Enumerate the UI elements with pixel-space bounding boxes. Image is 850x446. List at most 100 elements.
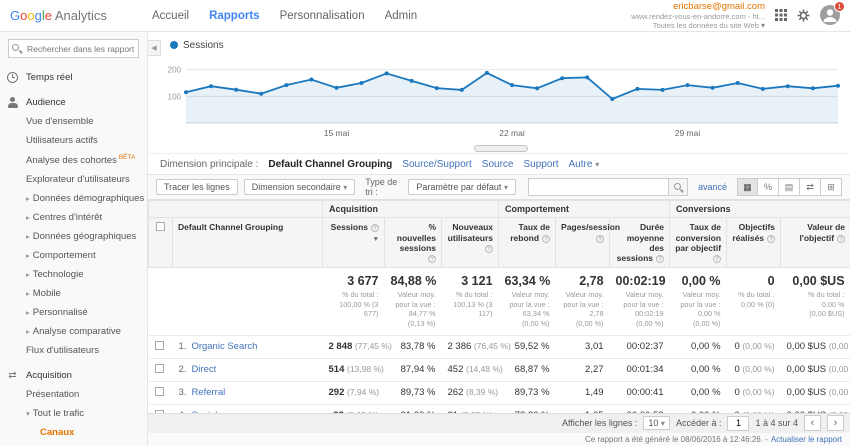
metric-cell: 2 848 (77,45 %) [323, 336, 385, 359]
sidebar-item-label: Centres d'intérêt [33, 212, 102, 223]
main-nav: Accueil Rapports Personnalisation Admin [152, 10, 417, 22]
sidebar-item-temps-r-el[interactable]: Temps réel [0, 68, 147, 87]
collapse-sidebar-button[interactable]: ◀ [148, 40, 161, 56]
sidebar-item-label: Canaux [40, 427, 74, 438]
row-checkbox[interactable] [155, 341, 164, 350]
nav-admin[interactable]: Admin [385, 10, 418, 22]
dimension-other[interactable]: Autre ▾ [569, 159, 600, 170]
plot-rows-button[interactable]: Tracer les lignes [156, 179, 238, 195]
metric-cell: 00:00:41 [610, 382, 670, 405]
sort-type-dropdown[interactable]: Paramètre par défaut ▾ [408, 179, 516, 195]
sidebar-item-label: Explorateur d'utilisateurs [26, 174, 130, 185]
row-index: 1. [179, 341, 187, 352]
site-view: Toutes les données du site Web ▾ [631, 21, 765, 31]
sidebar-item-acquisition[interactable]: ⇄Acquisition [0, 366, 147, 385]
gear-icon[interactable] [797, 9, 810, 22]
sidebar-item-vue-d-ensemble[interactable]: Vue d'ensemble [0, 112, 147, 131]
next-page-button[interactable]: › [827, 415, 844, 431]
table-search-button[interactable] [668, 178, 688, 196]
avatar[interactable]: 1 [820, 5, 840, 25]
goto-page-input[interactable] [727, 416, 749, 431]
column-header-channel[interactable]: Default Channel Grouping [173, 218, 323, 268]
legend-label: Sessions [183, 40, 224, 51]
sidebar-item-personnalis-[interactable]: ▸Personnalisé [0, 303, 147, 322]
sidebar-item-donn-es-g-ographiques[interactable]: ▸Données géographiques [0, 227, 147, 246]
row-checkbox[interactable] [155, 387, 164, 396]
refresh-report-link[interactable]: Actualiser le rapport [771, 435, 842, 444]
nav-personnalisation[interactable]: Personnalisation [280, 10, 365, 22]
dimension-source-support[interactable]: Source/Support [402, 159, 472, 170]
sidebar-item-tout-le-trafic[interactable]: ▾Tout le trafic [0, 404, 147, 423]
account-selector[interactable]: ericbarse@gmail.com www.rendez-vous-en-a… [631, 1, 765, 31]
select-all-checkbox[interactable] [156, 222, 165, 231]
sidebar-item-comportement[interactable]: ▸Comportement [0, 246, 147, 265]
dimension-default-channel-grouping[interactable]: Default Channel Grouping [268, 159, 392, 170]
secondary-dimension-dropdown[interactable]: Dimension secondaire ▾ [244, 179, 356, 195]
column-header-pages-session[interactable]: Pages/session? [556, 218, 610, 268]
nav-rapports[interactable]: Rapports [209, 10, 259, 22]
metric-cell: 262 (8,39 %) [442, 382, 499, 405]
sidebar-item-canaux[interactable]: Canaux [0, 423, 147, 442]
chevron-down-icon: ▾ [504, 183, 508, 192]
sidebar-item-explorateur-d-utilisateurs[interactable]: Explorateur d'utilisateurs [0, 170, 147, 189]
row-checkbox[interactable] [155, 364, 164, 373]
sidebar-item-label: Comportement [33, 250, 96, 261]
table-view-button[interactable]: ▦ [737, 178, 758, 196]
header-icons: 1 [775, 5, 840, 25]
chevron-down-icon: ▾ [343, 183, 347, 192]
sessions-line-chart[interactable]: 10020015 mai22 mai29 mai [160, 53, 844, 141]
column-header-sessions[interactable]: Sessions?▼ [323, 218, 385, 268]
rows-per-page-select[interactable]: 10 ▾ [643, 416, 670, 430]
svg-text:29 mai: 29 mai [675, 128, 701, 138]
metric-cell: 0 (0,00 %) [727, 405, 781, 414]
sidebar-item-utilisateurs-actifs[interactable]: Utilisateurs actifs [0, 131, 147, 150]
nav-accueil[interactable]: Accueil [152, 10, 189, 22]
performance-view-button[interactable]: ▤ [779, 178, 800, 196]
channel-link[interactable]: Referral [191, 387, 225, 398]
metric-cell: 0,00 $US (0,00 %) [781, 405, 850, 414]
metric-cell: 91,30 % [385, 405, 442, 414]
dimension-support[interactable]: Support [523, 159, 558, 170]
sort-desc-icon: ▼ [373, 236, 379, 243]
group-header-acquisition: Acquisition [323, 201, 499, 218]
sidebar-item-centres-d-int-r-t[interactable]: ▸Centres d'intérêt [0, 208, 147, 227]
sidebar-nav: Temps réel AudienceVue d'ensembleUtilisat… [0, 62, 147, 446]
dimension-source[interactable]: Source [482, 159, 514, 170]
advanced-search-link[interactable]: avancé [698, 182, 727, 192]
column-header-new-sessions-pct[interactable]: % nouvelles sessions? [385, 218, 442, 268]
analytics-logo-text: Analytics [55, 8, 107, 23]
sidebar-item-pr-sentation[interactable]: Présentation [0, 385, 147, 404]
sidebar-search-input[interactable] [8, 39, 139, 58]
column-header-goal-conversion-rate[interactable]: Taux de conversion par objectif? [670, 218, 727, 268]
sidebar-item-mobile[interactable]: ▸Mobile [0, 284, 147, 303]
chevron-right-icon: ▸ [26, 327, 30, 336]
timeline-scrubber[interactable] [474, 145, 528, 152]
sidebar-item-flux-d-utilisateurs[interactable]: Flux d'utilisateurs [0, 341, 147, 360]
channel-link[interactable]: Organic Search [191, 341, 257, 352]
column-header-goal-value[interactable]: Valeur de l'objectif? [781, 218, 850, 268]
google-analytics-logo[interactable]: Google Analytics [0, 8, 148, 23]
chevron-down-icon: ▾ [595, 160, 599, 169]
column-header-bounce-rate[interactable]: Taux de rebond? [499, 218, 556, 268]
table-search-input[interactable] [528, 178, 668, 196]
comparison-view-button[interactable]: ⇄ [800, 178, 821, 196]
metric-cell: 89,73 % [385, 382, 442, 405]
person-icon [7, 97, 18, 108]
sidebar-item-technologie[interactable]: ▸Technologie [0, 265, 147, 284]
sidebar-item-analyse-comparative[interactable]: ▸Analyse comparative [0, 322, 147, 341]
metric-cell: 2 386 (76,45 %) [442, 336, 499, 359]
column-header-new-users[interactable]: Nouveaux utilisateurs? [442, 218, 499, 268]
channel-link[interactable]: Direct [191, 364, 216, 375]
svg-text:15 mai: 15 mai [324, 128, 350, 138]
sidebar-item-audience[interactable]: Audience [0, 93, 147, 112]
row-index: 3. [179, 387, 187, 398]
column-header-goal-completions[interactable]: Objectifs réalisés? [727, 218, 781, 268]
metric-cell: 0,00 % [670, 382, 727, 405]
prev-page-button[interactable]: ‹ [804, 415, 821, 431]
group-header-conversions: Conversions [670, 201, 850, 218]
sidebar-item-donn-es-d-mographiques[interactable]: ▸Données démographiques [0, 189, 147, 208]
sidebar-item-analyse-des-cohortes[interactable]: Analyse des cohortesBÊTA [0, 150, 147, 170]
percentage-view-button[interactable]: % [758, 178, 779, 196]
pivot-view-button[interactable]: ⊞ [821, 178, 842, 196]
apps-grid-icon[interactable] [775, 9, 787, 21]
